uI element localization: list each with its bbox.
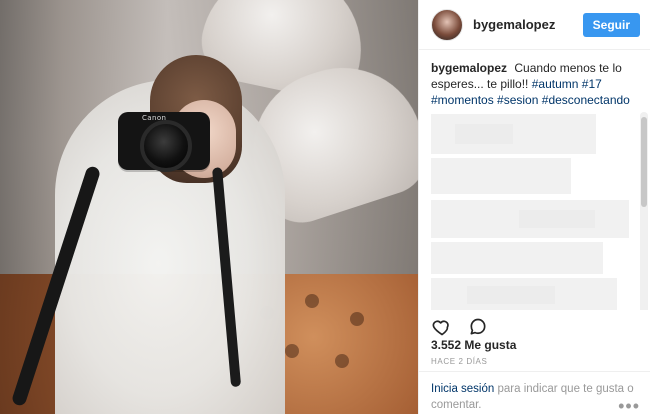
camera-lens [140,120,192,172]
post-header: bygemalopez Seguir [419,0,650,50]
follow-button[interactable]: Seguir [582,12,640,37]
heart-icon[interactable] [431,316,453,338]
pixel-block [431,242,603,274]
header-username[interactable]: bygemalopez [473,17,555,32]
caption-text: Cuando menos te lo [514,61,622,75]
pixelated-comments [431,114,629,310]
likes-count[interactable]: 3.552 Me gusta [431,338,516,352]
post-caption: bygemalopez Cuando menos te lo esperes..… [431,60,638,108]
sofa-tuft [335,354,349,368]
caption-text: esperes... te pillo!! [431,77,532,91]
sofa-tuft [285,344,299,358]
caption-author[interactable]: bygemalopez [431,61,507,75]
hashtag[interactable]: #desconectando [542,93,630,107]
login-link[interactable]: Inicia sesión [431,383,494,395]
pixel-block [519,210,595,228]
hashtag[interactable]: #sesion [497,93,538,107]
comments-scrollbar[interactable] [640,112,648,310]
sofa-tuft [350,312,364,326]
hashtag[interactable]: #17 [582,77,602,91]
instagram-post-modal: Canon bygemalopez Seguir bygemalopez Cua… [0,0,650,416]
scrollbar-thumb[interactable] [641,117,647,207]
post-actions [431,316,489,338]
post-photo: Canon [0,0,418,414]
pixel-block [455,124,513,144]
comment-icon[interactable] [467,316,489,338]
post-sidebar: bygemalopez Seguir bygemalopez Cuando me… [418,0,650,416]
footer-divider [419,371,650,372]
avatar[interactable] [431,8,463,41]
hashtag[interactable]: #autumn [532,77,579,91]
pixel-block [467,286,555,304]
sofa-tuft [305,294,319,308]
camera-icon: Canon [118,112,210,172]
hashtag[interactable]: #momentos [431,93,494,107]
login-prompt: Inicia sesión para indicar que te gusta … [431,381,636,413]
post-time: HACE 2 DÍAS [431,357,488,366]
pixel-block [431,158,571,194]
post-content: bygemalopez Cuando menos te lo esperes..… [419,50,650,310]
